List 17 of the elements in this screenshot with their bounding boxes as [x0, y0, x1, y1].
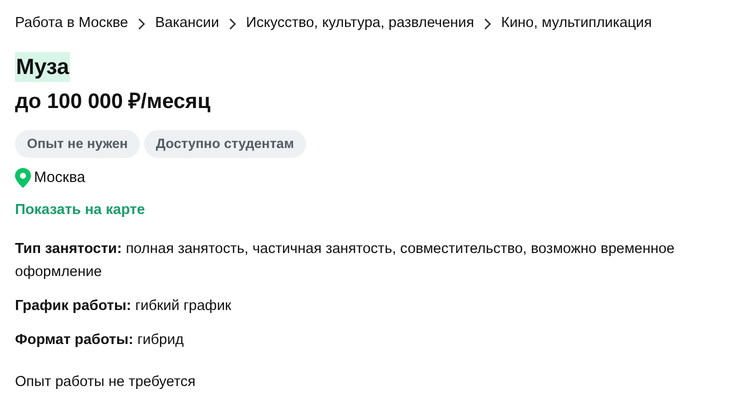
breadcrumb-link[interactable]: Вакансии — [155, 13, 220, 35]
vacancy-title: Муза — [15, 52, 70, 82]
detail-line: График работы: гибкий график — [15, 296, 232, 316]
location-pin-icon — [15, 168, 31, 188]
tag: Опыт не нужен — [15, 130, 140, 158]
location: Москва — [34, 168, 86, 188]
chevron-right-icon — [138, 18, 146, 30]
chevron-right-icon — [484, 18, 492, 30]
breadcrumb-link[interactable]: Кино, мультипликация — [501, 13, 652, 35]
salary: до 100 000 ₽/месяц — [15, 89, 212, 115]
tag: Доступно студентам — [144, 130, 306, 158]
chevron-right-icon — [229, 18, 236, 30]
detail-line: Тип занятости: полная занятость, частичная занятость, совместительство, возможно временное оформление — [15, 240, 676, 282]
breadcrumb-link[interactable]: Искусство, культура, развлечения — [246, 13, 474, 35]
breadcrumb-link[interactable]: Работа в Москве — [15, 13, 128, 35]
detail-line: Формат работы: гибрид — [15, 330, 185, 350]
experience-text: Опыт работы не требуется — [15, 372, 196, 392]
